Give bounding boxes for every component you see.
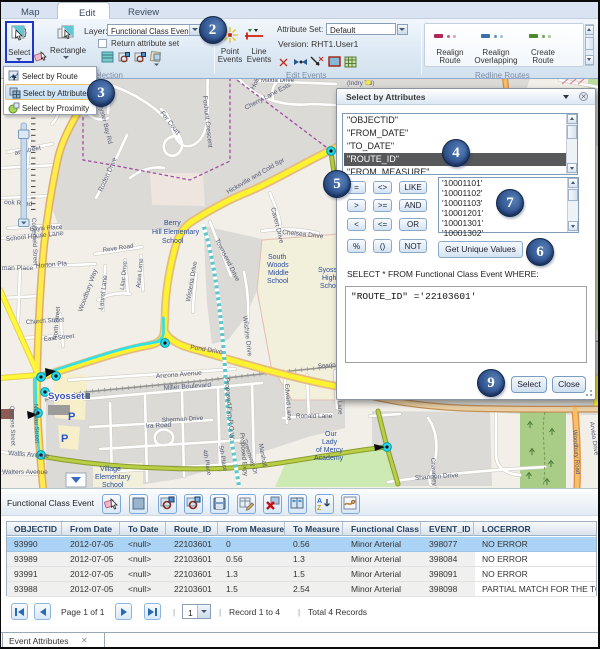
- svg-text:Woodbury Way: Woodbury Way: [77, 268, 99, 313]
- svg-text:Z: Z: [317, 505, 322, 512]
- svg-text:School: School: [162, 238, 184, 245]
- svg-text:Wallis Avenue: Wallis Avenue: [8, 450, 50, 460]
- svg-text:Lady: Lady: [322, 439, 338, 446]
- svg-text:Village: Village: [100, 466, 121, 473]
- svg-text:man Place: man Place: [2, 265, 33, 272]
- svg-text:Horton Pla: Horton Pla: [36, 260, 68, 270]
- svg-text:Queens Street: Queens Street: [8, 406, 16, 446]
- svg-text:}: }: [24, 27, 27, 37]
- svg-text:Nassau Street: Nassau Street: [32, 404, 40, 444]
- svg-text:Academy: Academy: [314, 455, 344, 462]
- svg-text:Woods: Woods: [267, 262, 289, 269]
- svg-text:Middle: Middle: [268, 270, 289, 277]
- svg-text:A: A: [317, 498, 322, 505]
- svg-text:Wilshire Drive: Wilshire Drive: [241, 315, 253, 357]
- svg-text:Hill Elementary: Hill Elementary: [152, 229, 200, 236]
- svg-text:Elementary: Elementary: [95, 474, 131, 481]
- svg-text:Arizona Avenue: Arizona Avenue: [156, 370, 203, 380]
- svg-text:of Mercy: of Mercy: [316, 447, 343, 454]
- svg-text:School: School: [267, 278, 289, 285]
- svg-text:South: South: [268, 254, 286, 261]
- svg-text:P: P: [68, 411, 75, 423]
- svg-text:Cavert Drive: Cavert Drive: [269, 207, 285, 245]
- svg-text:High: High: [322, 275, 337, 282]
- svg-text:Our: Our: [325, 431, 337, 438]
- svg-text:ook Road: ook Road: [4, 199, 33, 208]
- svg-text:Berry: Berry: [164, 220, 181, 227]
- svg-text:Ronald Lane: Ronald Lane: [296, 413, 333, 420]
- svg-text:Laurel Lane: Laurel Lane: [98, 274, 109, 310]
- svg-text:Syosset: Syosset: [48, 391, 85, 402]
- svg-text:P: P: [61, 433, 68, 445]
- svg-text:Walters Avenue: Walters Avenue: [2, 469, 48, 476]
